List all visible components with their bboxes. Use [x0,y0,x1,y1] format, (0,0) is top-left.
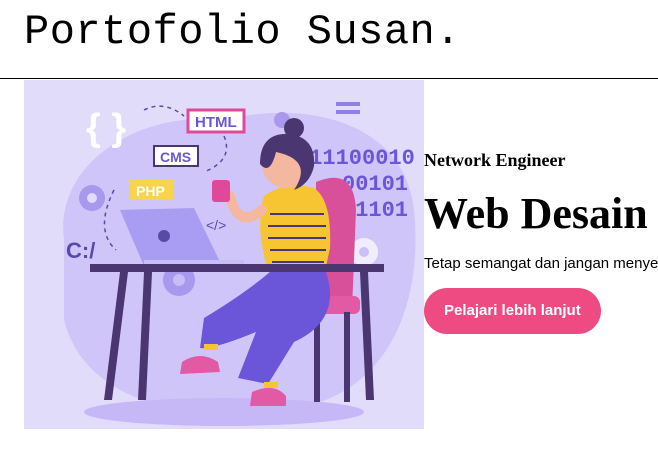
hero-tagline: Tetap semangat dan jangan menyerah [424,255,658,273]
cms-label: CMS [160,149,191,165]
hero-subtitle: Network Engineer [424,150,566,170]
braces-icon: { } [86,107,126,149]
html-label: HTML [195,114,237,131]
hero-title: Web Desain [424,189,648,238]
site-title: Portofolio Susan. [24,8,461,56]
floor-shadow [84,398,364,426]
site-header: Portofolio Susan. [0,0,658,79]
desk-top [90,264,384,272]
php-label: PHP [136,183,165,199]
tag-label: </> [206,217,226,233]
path-label: C:/ [66,238,95,263]
menu-bar-icon [336,102,360,106]
gear-icon [79,185,105,211]
cup [212,180,230,202]
hero-text: Network Engineer Web Desain Tetap semang… [424,150,658,335]
hero-illustration: { } HTML CMS PHP C:/ </> 011100010 00101… [24,80,424,429]
learn-more-button[interactable]: Pelajari lebih lanjut [424,288,601,335]
